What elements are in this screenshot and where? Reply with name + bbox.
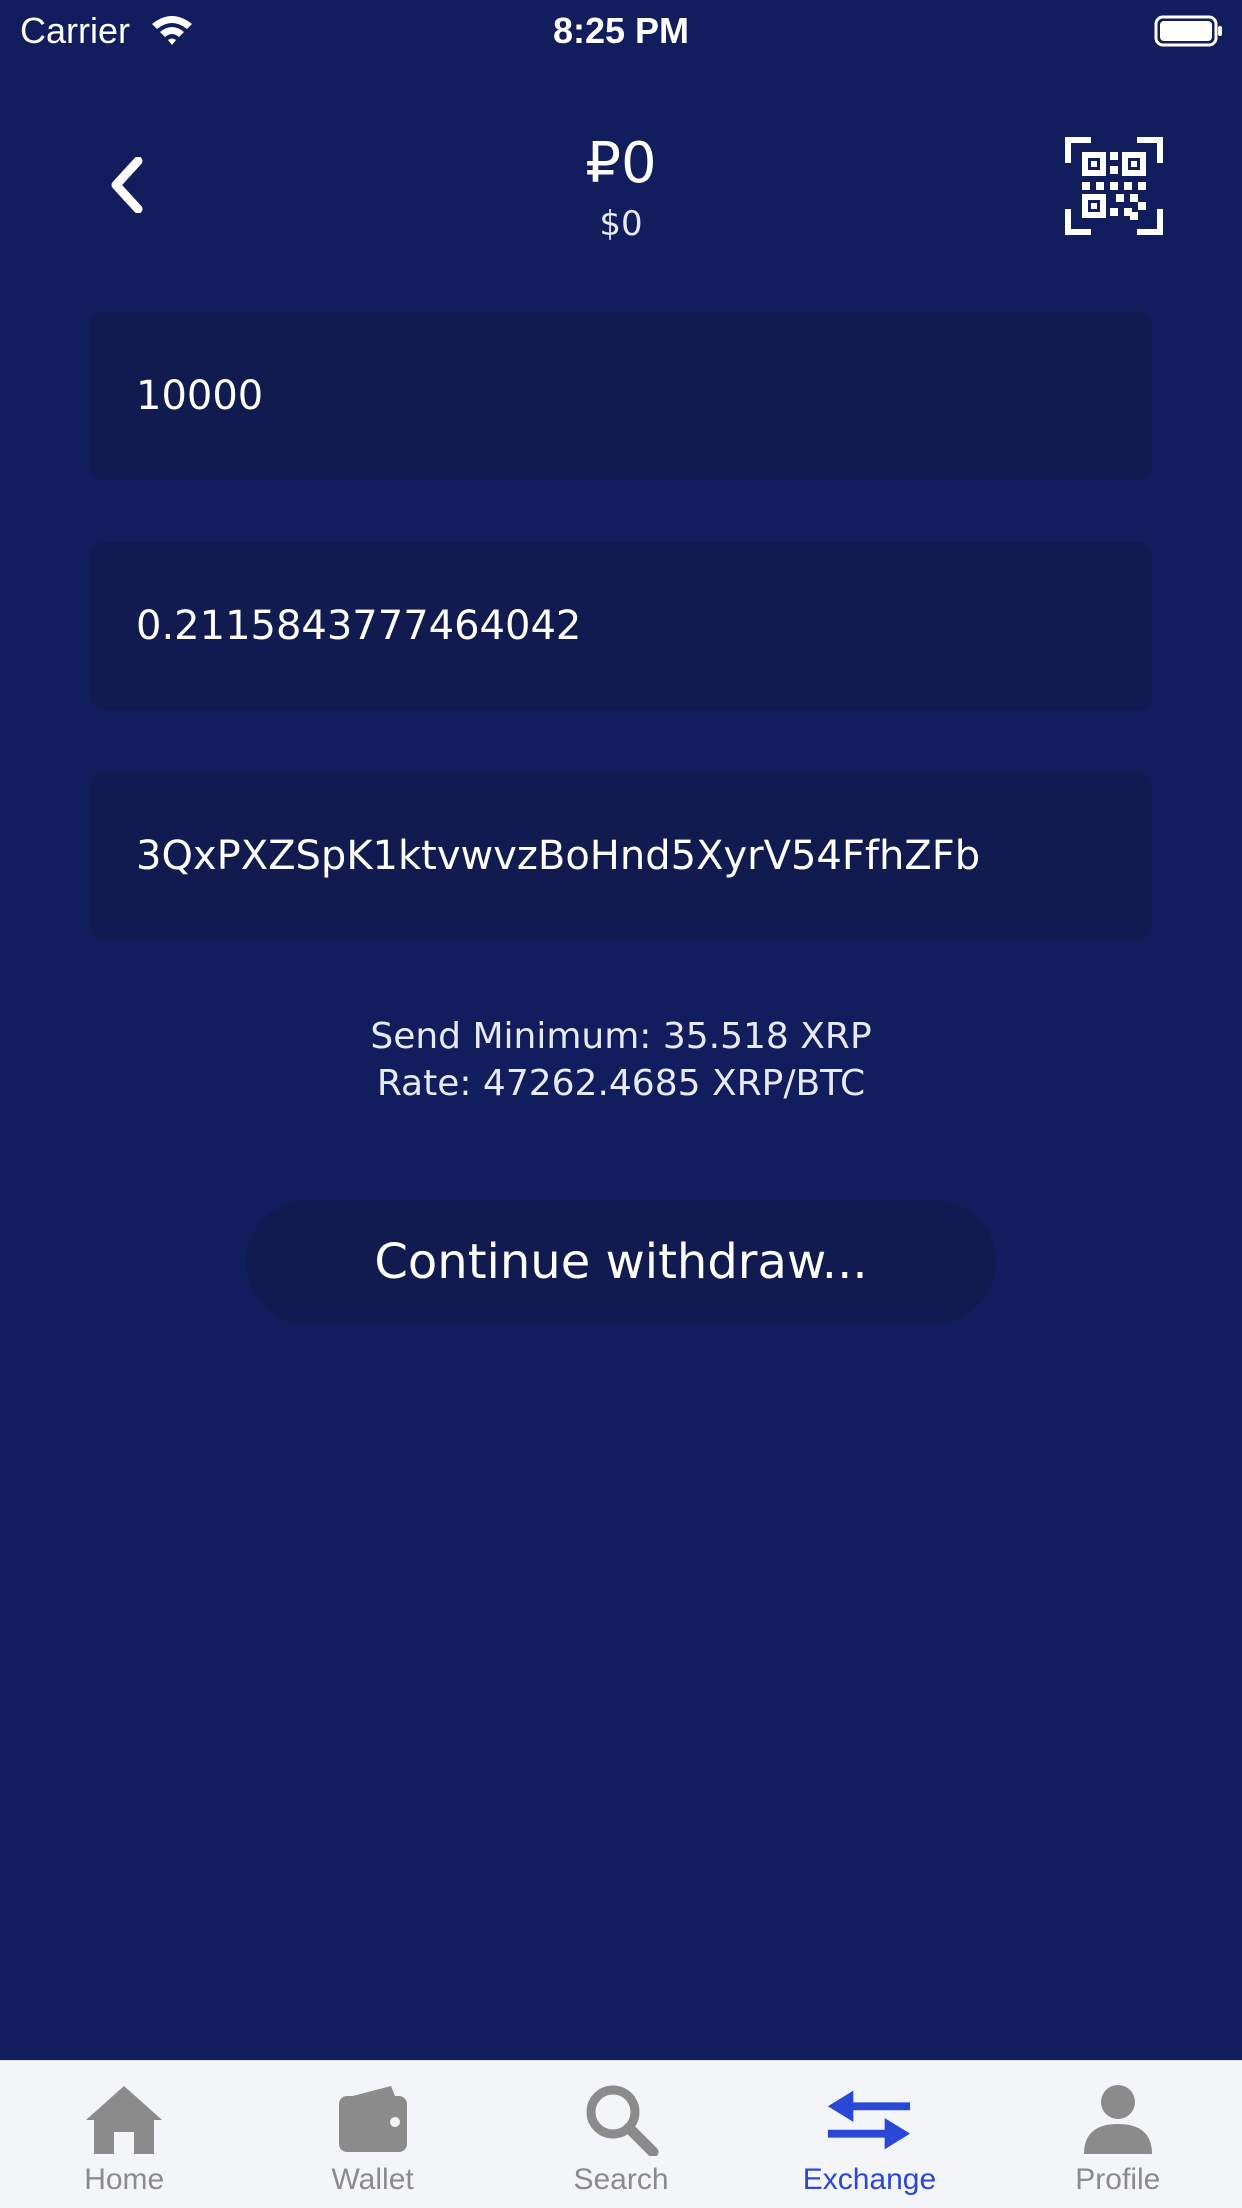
address-input[interactable] — [136, 833, 1152, 879]
amount-input[interactable] — [136, 373, 1152, 419]
tab-profile[interactable]: Profile — [994, 2061, 1242, 2208]
send-minimum-text: Send Minimum: 35.518 XRP — [370, 1016, 872, 1057]
converted-amount-field[interactable] — [90, 542, 1152, 710]
tab-search[interactable]: Search — [497, 2061, 745, 2208]
search-icon — [586, 2085, 659, 2156]
balance-amount: ₽0 — [585, 131, 657, 196]
qr-scan-icon — [1065, 137, 1163, 235]
exchange-icon — [828, 2090, 911, 2150]
amount-field[interactable] — [90, 312, 1152, 480]
withdraw-screen: Carrier 8:25 PM ₽0 $0 10000 0.2115843777… — [0, 0, 1242, 2208]
wallet-icon — [338, 2086, 407, 2152]
address-field[interactable] — [90, 772, 1152, 940]
status-bar: Carrier 8:25 PM — [0, 0, 1242, 64]
tab-home[interactable]: Home — [0, 2061, 248, 2208]
tab-wallet-label: Wallet — [331, 2163, 414, 2196]
clock: 8:25 PM — [552, 10, 690, 51]
profile-icon — [1083, 2085, 1152, 2154]
tab-bar: Home Wallet Search Exchange Profile — [0, 2060, 1242, 2208]
tab-profile-label: Profile — [1075, 2163, 1161, 2196]
continue-withdraw-button[interactable]: Continue withdraw... — [246, 1200, 996, 1324]
tab-home-label: Home — [84, 2163, 165, 2196]
rate-text: Rate: 47262.4685 XRP/BTC — [376, 1063, 866, 1104]
battery-icon — [1154, 15, 1222, 47]
converted-amount-input[interactable] — [136, 603, 1152, 649]
qr-scan-button[interactable] — [1064, 136, 1164, 236]
home-icon — [86, 2086, 163, 2154]
tab-exchange[interactable]: Exchange — [745, 2061, 993, 2208]
tab-search-label: Search — [573, 2163, 669, 2196]
tab-wallet[interactable]: Wallet — [248, 2061, 496, 2208]
tab-exchange-label: Exchange — [802, 2163, 937, 2196]
balance-usd: $0 — [599, 204, 643, 244]
